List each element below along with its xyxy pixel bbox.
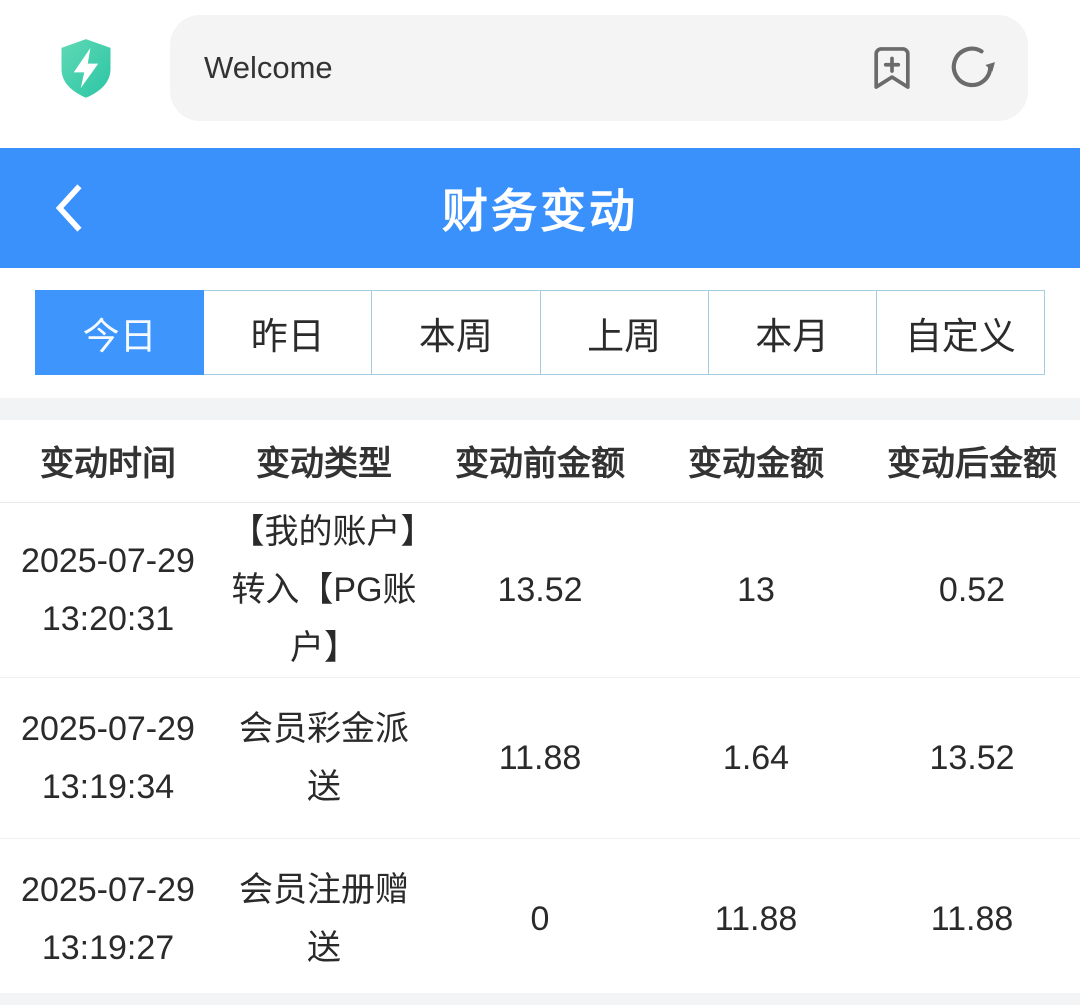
- cell-change-amount: 11.88: [648, 838, 864, 999]
- browser-toolbar: Welcome: [0, 0, 1080, 135]
- shield-lightning-icon: [58, 37, 114, 99]
- page-title: 财务变动: [442, 175, 638, 241]
- time: 13:20:31: [8, 590, 208, 648]
- cell-change-time: 2025-07-29 13:20:31: [0, 502, 216, 677]
- cell-change-amount: 1.64: [648, 677, 864, 838]
- table-row: 2025-07-29 13:20:31 【我的账户】转入【PG账户】 13.52…: [0, 502, 1080, 677]
- table-row: 2025-07-29 13:19:27 会员注册赠送 0 11.88 11.88: [0, 838, 1080, 999]
- page: Welcome 财务变动: [0, 0, 1080, 1005]
- cell-amount-after: 13.52: [864, 677, 1080, 838]
- reload-icon[interactable]: [946, 42, 998, 94]
- filter-tabs: 今日 昨日 本周 上周 本月 自定义: [35, 290, 1045, 375]
- date: 2025-07-29: [8, 532, 208, 590]
- col-change-amount: 变动金额: [648, 420, 864, 502]
- tab-this-month[interactable]: 本月: [709, 290, 877, 375]
- tab-this-week[interactable]: 本周: [372, 290, 540, 375]
- cell-amount-after: 11.88: [864, 838, 1080, 999]
- chevron-left-icon: [53, 179, 87, 237]
- cell-amount-after: 0.52: [864, 502, 1080, 677]
- tab-last-week[interactable]: 上周: [541, 290, 709, 375]
- tab-today[interactable]: 今日: [35, 290, 204, 375]
- cell-change-type: 会员彩金派送: [216, 677, 432, 838]
- col-change-type: 变动类型: [216, 420, 432, 502]
- cell-amount-before: 11.88: [432, 677, 648, 838]
- cell-change-type: 【我的账户】转入【PG账户】: [216, 502, 432, 677]
- address-text: Welcome: [204, 50, 838, 86]
- table-header-row: 变动时间 变动类型 变动前金额 变动金额 变动后金额: [0, 420, 1080, 502]
- cell-change-amount: 13: [648, 502, 864, 677]
- date: 2025-07-29: [8, 700, 208, 758]
- tab-yesterday[interactable]: 昨日: [204, 290, 372, 375]
- section-divider-band: [0, 398, 1080, 420]
- bookmark-add-icon[interactable]: [866, 42, 918, 94]
- cell-change-time: 2025-07-29 13:19:27: [0, 838, 216, 999]
- date: 2025-07-29: [8, 861, 208, 919]
- tab-custom[interactable]: 自定义: [877, 290, 1045, 375]
- bottom-edge-band: [0, 993, 1080, 1005]
- col-amount-before: 变动前金额: [432, 420, 648, 502]
- back-button[interactable]: [40, 148, 100, 268]
- filter-tabs-container: 今日 昨日 本周 上周 本月 自定义: [0, 268, 1080, 398]
- app-header: 财务变动: [0, 148, 1080, 268]
- cell-change-type: 会员注册赠送: [216, 838, 432, 999]
- time: 13:19:34: [8, 758, 208, 816]
- table-row: 2025-07-29 13:19:34 会员彩金派送 11.88 1.64 13…: [0, 677, 1080, 838]
- col-change-time: 变动时间: [0, 420, 216, 502]
- cell-change-time: 2025-07-29 13:19:34: [0, 677, 216, 838]
- transactions-table: 变动时间 变动类型 变动前金额 变动金额 变动后金额 2025-07-29 13…: [0, 420, 1080, 999]
- toolbar-divider-gap: [0, 135, 1080, 148]
- cell-amount-before: 13.52: [432, 502, 648, 677]
- time: 13:19:27: [8, 919, 208, 977]
- address-bar[interactable]: Welcome: [170, 15, 1028, 121]
- cell-amount-before: 0: [432, 838, 648, 999]
- col-amount-after: 变动后金额: [864, 420, 1080, 502]
